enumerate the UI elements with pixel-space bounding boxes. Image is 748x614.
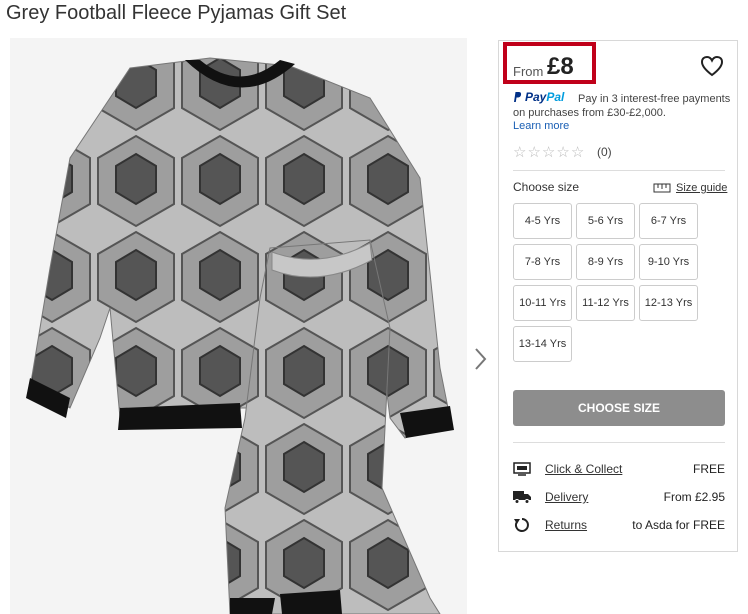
size-option-10-11[interactable]: 10-11 Yrs — [513, 285, 572, 321]
size-option-5-6[interactable]: 5-6 Yrs — [576, 203, 635, 239]
size-guide-label: Size guide — [676, 182, 728, 194]
star-icon: ☆ — [541, 144, 556, 161]
size-option-12-13[interactable]: 12-13 Yrs — [639, 285, 698, 321]
click-collect-icon — [513, 460, 531, 478]
delivery-row: Delivery From £2.95 — [513, 487, 725, 507]
delivery-link[interactable]: Delivery — [545, 490, 588, 504]
click-collect-price: FREE — [692, 462, 725, 476]
size-option-6-7[interactable]: 6-7 Yrs — [639, 203, 698, 239]
size-option-11-12[interactable]: 11-12 Yrs — [576, 285, 635, 321]
returns-link[interactable]: Returns — [545, 518, 587, 532]
size-options: 4-5 Yrs 5-6 Yrs 6-7 Yrs 7-8 Yrs 8-9 Yrs … — [513, 203, 703, 362]
delivery-price: From £2.95 — [663, 490, 725, 504]
product-title: Grey Football Fleece Pyjamas Gift Set — [6, 2, 347, 24]
ruler-icon — [653, 183, 671, 193]
paypal-installments-text: Pay in 3 interest-free payments on purch… — [513, 93, 731, 119]
wishlist-heart-icon[interactable] — [700, 55, 724, 77]
price-value: £8 — [547, 53, 574, 80]
returns-icon — [513, 516, 531, 534]
size-option-8-9[interactable]: 8-9 Yrs — [576, 244, 635, 280]
size-option-13-14[interactable]: 13-14 Yrs — [513, 326, 572, 362]
truck-icon — [513, 488, 531, 506]
size-guide-link[interactable]: Size guide — [653, 182, 727, 194]
star-icon: ☆ — [527, 144, 541, 161]
size-option-4-5[interactable]: 4-5 Yrs — [513, 203, 572, 239]
review-count[interactable]: (0) — [597, 145, 612, 159]
star-icon: ☆ — [556, 144, 570, 161]
choose-size-label: Choose size — [513, 180, 580, 194]
star-icon: ☆ — [513, 144, 527, 161]
click-collect-link[interactable]: Click & Collect — [545, 462, 622, 476]
learn-more-link[interactable]: Learn more — [513, 120, 569, 132]
choose-size-button[interactable]: CHOOSE SIZE — [513, 390, 725, 426]
size-option-7-8[interactable]: 7-8 Yrs — [513, 244, 572, 280]
divider — [513, 170, 725, 171]
returns-row: Returns to Asda for FREE — [513, 515, 725, 535]
product-image[interactable] — [10, 38, 467, 614]
rating-stars[interactable]: ☆ ☆ ☆ ☆ ☆ — [513, 145, 584, 160]
star-icon: ☆ — [570, 144, 585, 161]
price-from-label: From — [513, 64, 544, 79]
size-option-9-10[interactable]: 9-10 Yrs — [639, 244, 698, 280]
returns-price: to Asda for FREE — [632, 518, 725, 532]
divider — [513, 442, 725, 443]
click-collect-row: Click & Collect FREE — [513, 459, 725, 479]
next-image-arrow-icon[interactable] — [472, 345, 490, 373]
